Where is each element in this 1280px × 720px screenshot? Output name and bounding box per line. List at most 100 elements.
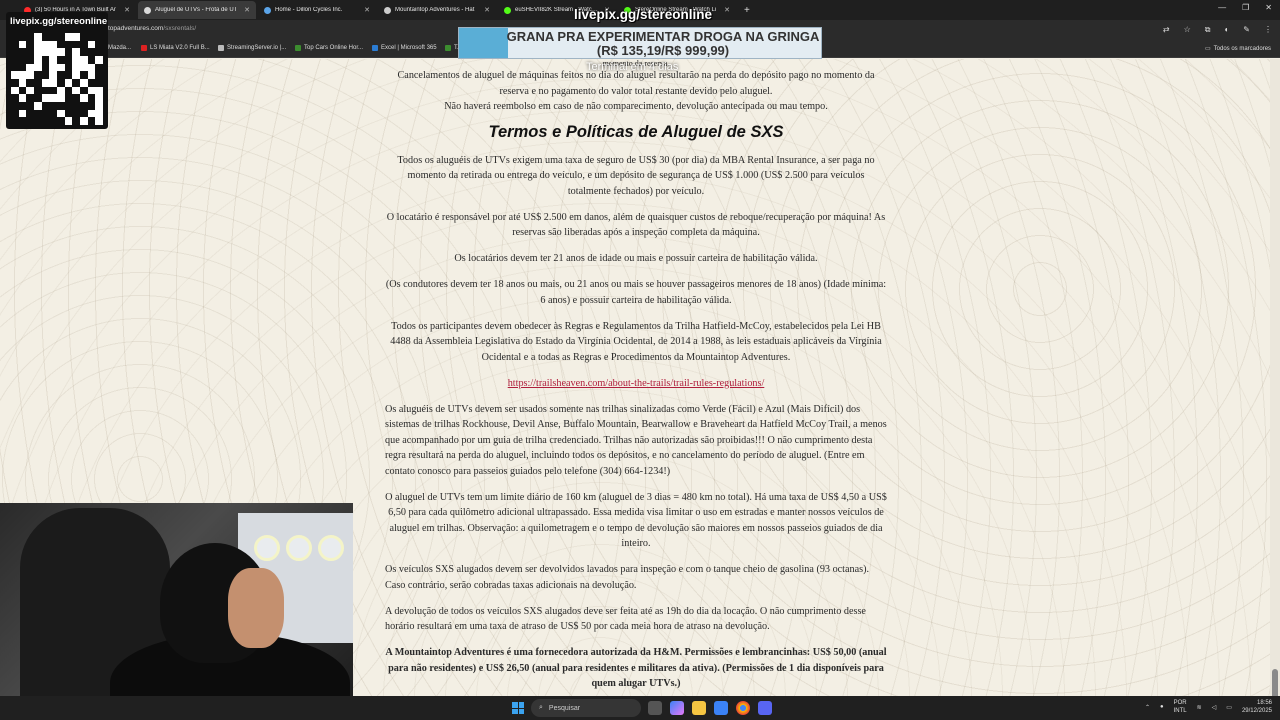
qr-module bbox=[11, 40, 19, 49]
qr-module bbox=[79, 63, 88, 72]
qr-module bbox=[41, 101, 50, 110]
new-tab-button[interactable]: + bbox=[738, 5, 756, 16]
qr-module bbox=[95, 78, 103, 87]
clock-date: 29/12/2025 bbox=[1241, 708, 1272, 714]
clock[interactable]: 18:56 29/12/2025 bbox=[1242, 699, 1272, 715]
qr-module bbox=[79, 71, 88, 79]
qr-module bbox=[64, 109, 73, 118]
bookmark-streamingserver[interactable]: StreamingServer.io |... bbox=[218, 45, 286, 51]
file-explorer-icon[interactable] bbox=[692, 701, 706, 715]
tab-label: Aluguel de UTVs - Frota de UT bbox=[155, 7, 238, 13]
chrome-icon[interactable] bbox=[736, 701, 750, 715]
rules-link-paragraph: https://trailsheaven.com/about-the-trail… bbox=[385, 376, 887, 392]
translate-icon[interactable]: ⇄ bbox=[1163, 25, 1170, 35]
qr-module bbox=[56, 109, 65, 118]
close-icon[interactable]: ✕ bbox=[244, 6, 250, 14]
star-icon[interactable]: ☆ bbox=[1184, 25, 1191, 35]
bookmark-top-cars[interactable]: Top Cars Online Hor... bbox=[295, 45, 363, 51]
extensions-icon[interactable]: ⧉ bbox=[1205, 25, 1211, 35]
page-scrollbar[interactable] bbox=[1270, 59, 1280, 719]
profile-icon[interactable]: ◐ bbox=[1224, 25, 1229, 35]
bookmark-label: Mazda... bbox=[108, 45, 132, 51]
close-icon[interactable]: ✕ bbox=[724, 6, 730, 14]
qr-module bbox=[95, 63, 103, 72]
qr-module bbox=[56, 40, 65, 49]
qr-module bbox=[87, 33, 96, 41]
qr-module bbox=[11, 94, 19, 102]
url-field[interactable]: topadventures.com/sxsrentals/ bbox=[108, 25, 196, 32]
qr-module bbox=[72, 48, 80, 56]
input-language[interactable]: POR INTL bbox=[1174, 699, 1187, 715]
wifi-icon[interactable]: ≋ bbox=[1197, 704, 1202, 711]
close-icon[interactable]: ✕ bbox=[364, 6, 370, 14]
qr-module bbox=[87, 109, 96, 118]
qr-module bbox=[72, 109, 80, 118]
qr-module bbox=[18, 117, 27, 125]
qr-module bbox=[56, 63, 65, 72]
bookmark-ls-miata[interactable]: LS Miata V2.0 Full B... bbox=[141, 45, 210, 51]
bookmark-label: Excel | Microsoft 365 bbox=[381, 45, 437, 51]
donation-goal-subtitle: Terminal em 4 dias bbox=[586, 61, 679, 73]
qr-module bbox=[26, 117, 34, 125]
store-icon[interactable] bbox=[714, 701, 728, 715]
qr-module bbox=[11, 101, 19, 110]
qr-module bbox=[87, 48, 96, 56]
menu-icon[interactable]: ⋮ bbox=[1264, 25, 1272, 35]
windows-start-icon[interactable] bbox=[512, 702, 524, 714]
site-icon bbox=[144, 6, 151, 14]
mic-icon[interactable]: ● bbox=[1160, 704, 1164, 710]
qr-module bbox=[26, 63, 34, 72]
bookmark-icon bbox=[141, 45, 147, 51]
qr-module bbox=[95, 55, 103, 64]
qr-module bbox=[41, 71, 50, 79]
bookmark-label: Top Cars Online Hor... bbox=[304, 45, 364, 51]
qr-module bbox=[26, 48, 34, 56]
volume-icon[interactable]: ◁ bbox=[1212, 704, 1217, 711]
article-content: momento da reserva. Cancelamentos de alu… bbox=[385, 59, 887, 696]
qr-module bbox=[72, 101, 80, 110]
copilot-icon[interactable] bbox=[670, 701, 684, 715]
qr-module bbox=[72, 63, 80, 72]
qr-module bbox=[33, 55, 42, 64]
taskbar-search[interactable]: ⌕ Pesquisar bbox=[531, 699, 641, 717]
trail-rules-link[interactable]: https://trailsheaven.com/about-the-trail… bbox=[508, 378, 765, 389]
mileage-paragraph: O aluguel de UTVs tem um limite diário d… bbox=[385, 491, 887, 550]
qr-module bbox=[72, 117, 80, 125]
qr-module bbox=[79, 40, 88, 49]
tab-label: Mountaintop Adventures - Hat bbox=[395, 7, 475, 13]
tab-dillon-cycles[interactable]: Home - Dillon Cycles Inc. ✕ bbox=[258, 1, 376, 19]
qr-module bbox=[26, 101, 34, 110]
donation-goal-title: GRANA PRA EXPERIMENTAR DROGA NA GRINGA bbox=[506, 29, 820, 44]
qr-module bbox=[56, 78, 65, 87]
close-icon[interactable]: ✕ bbox=[124, 6, 130, 14]
qr-module bbox=[49, 40, 57, 49]
lang-code: POR bbox=[1173, 700, 1187, 706]
all-bookmarks[interactable]: ▭ Todos os marcadores bbox=[1205, 45, 1271, 53]
bookmark-mazda[interactable]: Mazda... bbox=[108, 45, 131, 51]
qr-module bbox=[72, 94, 80, 102]
qr-module bbox=[64, 101, 73, 110]
qr-module bbox=[95, 71, 103, 79]
chevron-up-icon[interactable]: ⌃ bbox=[1145, 704, 1150, 711]
folder-icon: ▭ bbox=[1205, 46, 1211, 52]
close-icon[interactable]: ✕ bbox=[484, 6, 490, 14]
tab-mountaintop[interactable]: Mountaintop Adventures - Hat ✕ bbox=[378, 1, 496, 19]
bookmark-icon bbox=[218, 45, 224, 51]
qr-module bbox=[11, 117, 19, 125]
qr-module bbox=[95, 33, 103, 41]
qr-module bbox=[72, 86, 80, 95]
battery-icon[interactable]: ▭ bbox=[1226, 704, 1232, 711]
bookmark-excel[interactable]: Excel | Microsoft 365 bbox=[372, 45, 437, 51]
minimize-icon[interactable]: — bbox=[1218, 3, 1226, 12]
tab-aluguel-utvs[interactable]: Aluguel de UTVs - Frota de UT ✕ bbox=[138, 1, 256, 19]
qr-module bbox=[56, 86, 65, 95]
maximize-icon[interactable]: ❐ bbox=[1242, 3, 1249, 12]
discord-icon[interactable] bbox=[758, 701, 772, 715]
qr-module bbox=[79, 94, 88, 102]
edit-icon[interactable]: ✎ bbox=[1243, 25, 1250, 35]
no-refund-paragraph: Não haverá reembolso em caso de não comp… bbox=[444, 101, 828, 112]
qr-code-icon bbox=[11, 33, 103, 125]
fan-icon bbox=[286, 535, 312, 561]
task-view-icon[interactable] bbox=[648, 701, 662, 715]
close-window-icon[interactable]: ✕ bbox=[1265, 3, 1272, 12]
